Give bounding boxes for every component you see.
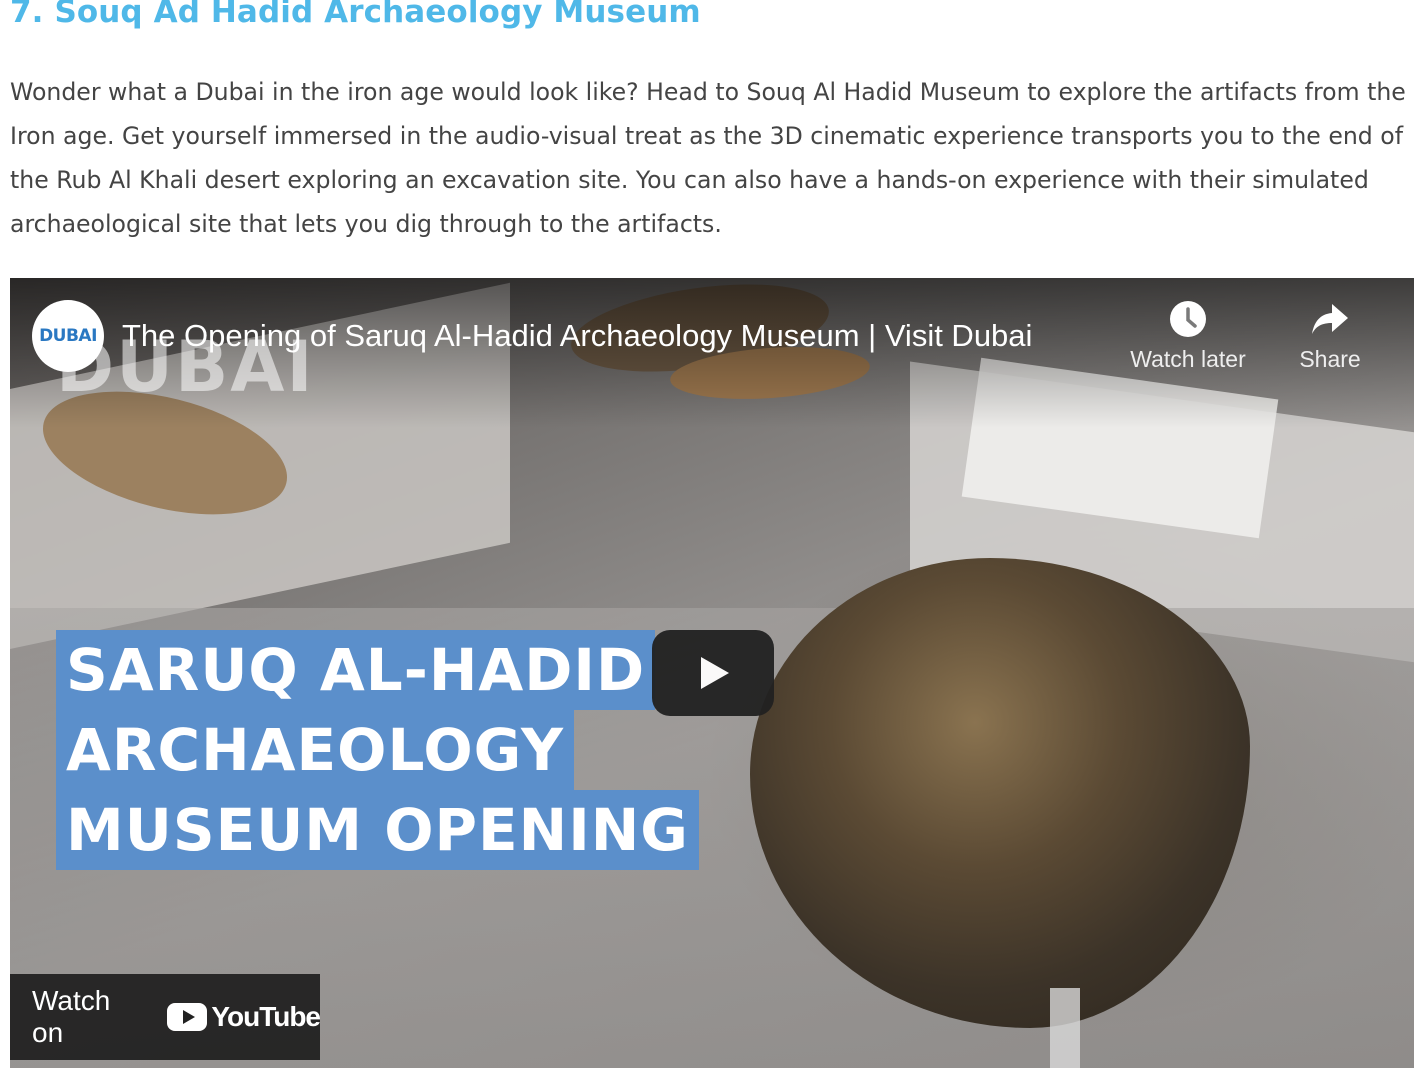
share-button[interactable]: Share: [1260, 300, 1400, 373]
watch-on-label: Watch on: [32, 985, 111, 1048]
youtube-logo: YouTube: [167, 1001, 321, 1033]
share-label: Share: [1299, 346, 1361, 372]
watch-on-youtube-button[interactable]: Watch on YouTube: [10, 974, 321, 1060]
channel-logo-text: DUBAI: [39, 326, 97, 346]
overlay-line-2: ARCHAEOLOGY: [56, 710, 574, 790]
share-icon: [1312, 304, 1348, 334]
watch-later-button[interactable]: Watch later: [1118, 300, 1258, 373]
watch-later-label: Watch later: [1130, 346, 1246, 372]
youtube-label: YouTube: [211, 1001, 321, 1032]
overlay-line-1: SARUQ AL-HADID: [56, 630, 656, 710]
article-heading: 7. Souq Ad Hadid Archaeology Museum: [10, 0, 701, 30]
channel-avatar[interactable]: DUBAI: [32, 300, 104, 372]
play-icon: [701, 657, 729, 689]
article-paragraph: Wonder what a Dubai in the iron age woul…: [10, 78, 1406, 238]
clock-icon: [1170, 301, 1206, 337]
overlay-line-3: MUSEUM OPENING: [56, 790, 699, 870]
video-embed[interactable]: DUBAI DUBAI The Opening of Saruq Al-Hadi…: [10, 278, 1414, 1068]
artifact-stand: [1050, 988, 1080, 1068]
play-button[interactable]: [652, 630, 774, 716]
video-title[interactable]: The Opening of Saruq Al-Hadid Archaeolog…: [122, 318, 1032, 354]
youtube-logo-icon: [167, 1003, 208, 1031]
